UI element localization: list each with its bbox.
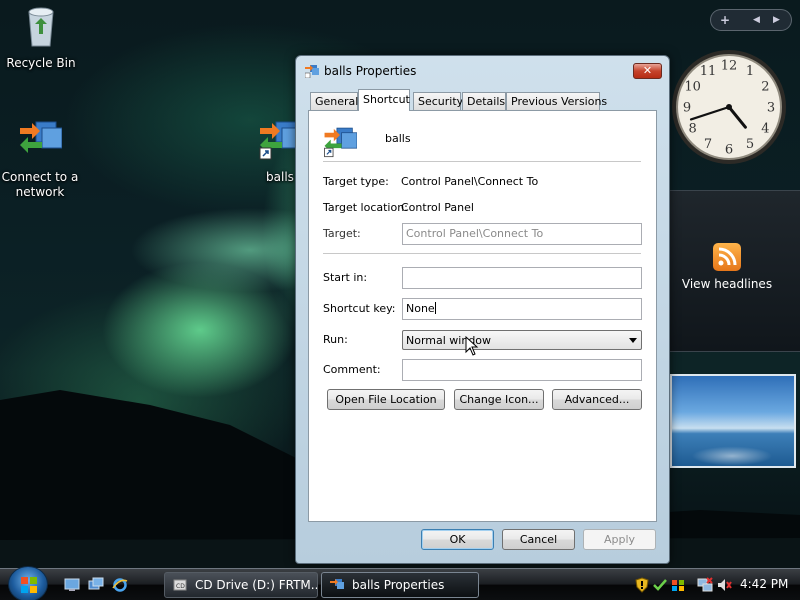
clock-numeral: 11	[700, 64, 717, 79]
run-label: Run:	[323, 333, 348, 346]
view-headlines-label: View headlines	[681, 277, 773, 291]
target-field[interactable]: Control Panel\Connect To	[402, 223, 642, 245]
dialog-titlebar[interactable]: balls Properties ✕	[296, 56, 669, 86]
network-connect-icon	[20, 121, 63, 153]
target-location-value: Control Panel	[401, 201, 474, 214]
clock-numeral: 3	[767, 101, 775, 116]
apply-button[interactable]: Apply	[583, 529, 656, 550]
comment-label: Comment:	[323, 363, 381, 376]
task-label: balls Properties	[352, 578, 445, 592]
sidebar-controls: + ◀ ▶	[710, 9, 792, 31]
desktop-icon-recycle-bin[interactable]: Recycle Bin	[1, 4, 81, 71]
sidebar-prev-button[interactable]: ◀	[753, 15, 760, 25]
task-label: CD Drive (D:) FRTM...	[195, 578, 318, 592]
divider	[323, 253, 641, 254]
cd-drive-icon: CD	[173, 579, 187, 591]
sidebar-next-button[interactable]: ▶	[773, 15, 780, 25]
recycle-bin-icon	[28, 7, 54, 47]
windows-flag-icon[interactable]	[670, 577, 686, 593]
chevron-down-icon	[629, 338, 637, 343]
target-label: Target:	[323, 227, 361, 240]
tab-shortcut[interactable]: Shortcut	[358, 89, 410, 111]
shortcut-key-field[interactable]: None	[402, 298, 642, 320]
taskbar-button-cd-drive[interactable]: CD CD Drive (D:) FRTM...	[164, 572, 318, 598]
ok-button[interactable]: OK	[421, 529, 494, 550]
cancel-button[interactable]: Cancel	[502, 529, 575, 550]
dialog-title: balls Properties	[324, 64, 417, 78]
close-button[interactable]: ✕	[633, 63, 662, 79]
target-type-value: Control Panel\Connect To	[401, 175, 539, 188]
properties-dialog: balls Properties ✕ General Shortcut Secu…	[295, 55, 670, 564]
slideshow-gadget[interactable]	[670, 374, 796, 468]
tab-details[interactable]: Details	[462, 92, 506, 110]
advanced-button[interactable]: Advanced...	[552, 389, 642, 410]
clock-numeral: 10	[684, 80, 701, 95]
desktop-icon-label: Connect to a network	[1, 170, 79, 199]
volume-muted-icon[interactable]	[716, 577, 732, 593]
open-file-location-button[interactable]: Open File Location	[327, 389, 445, 410]
clock-numeral: 2	[761, 80, 769, 95]
shortcut-tab-panel: balls Target type: Control Panel\Connect…	[308, 110, 657, 522]
network-icon[interactable]	[697, 577, 713, 593]
clock-numeral: 8	[688, 122, 696, 137]
comment-field[interactable]	[402, 359, 642, 381]
run-select[interactable]: Normal window	[402, 330, 642, 350]
desktop-icon-label: Recycle Bin	[6, 56, 76, 70]
text-cursor	[434, 302, 436, 314]
show-desktop-icon[interactable]	[64, 577, 80, 593]
desktop-icon-connect-to-network[interactable]: Connect to a network	[0, 118, 80, 200]
taskbar: CD CD Drive (D:) FRTM... balls Propertie…	[0, 566, 800, 600]
shortcut-name: balls	[385, 132, 411, 145]
start-button[interactable]	[8, 566, 48, 600]
network-shortcut-icon	[305, 65, 319, 78]
internet-explorer-icon[interactable]	[112, 577, 128, 593]
start-in-label: Start in:	[323, 271, 368, 284]
clock-numeral: 12	[721, 59, 738, 74]
tab-security[interactable]: Security	[413, 92, 463, 110]
mouse-pointer-icon	[465, 336, 479, 356]
clock-gadget[interactable]: 1234567891011 12	[670, 48, 788, 166]
windows-logo-icon	[21, 577, 37, 593]
clock-numeral: 4	[761, 122, 769, 137]
target-type-label: Target type:	[323, 175, 389, 188]
tab-previous-versions[interactable]: Previous Versions	[506, 92, 607, 110]
svg-text:CD: CD	[176, 583, 185, 590]
target-location-label: Target location:	[323, 201, 408, 214]
shortcut-key-label: Shortcut key:	[323, 302, 396, 315]
network-shortcut-icon	[330, 579, 344, 589]
taskbar-button-balls-properties[interactable]: balls Properties	[321, 572, 479, 598]
divider	[323, 161, 641, 162]
security-shield-icon[interactable]	[634, 577, 650, 593]
tab-general[interactable]: General	[310, 92, 358, 110]
clock-numeral: 5	[746, 137, 754, 152]
shortcut-key-value: None	[406, 302, 435, 315]
clock-numeral: 9	[683, 101, 691, 116]
add-gadget-button[interactable]: +	[720, 13, 730, 27]
feed-headlines-gadget[interactable]: View headlines	[670, 190, 800, 352]
clock-numeral: 1	[746, 64, 754, 79]
rss-icon	[713, 243, 741, 271]
switch-windows-icon[interactable]	[88, 577, 104, 593]
clock-numeral: 7	[704, 137, 712, 152]
network-shortcut-icon	[324, 127, 357, 158]
start-in-field[interactable]	[402, 267, 642, 289]
update-icon[interactable]	[652, 577, 668, 593]
change-icon-button[interactable]: Change Icon...	[454, 389, 544, 410]
clock-time[interactable]: 4:42 PM	[740, 577, 788, 591]
clock-numeral: 6	[725, 143, 733, 158]
